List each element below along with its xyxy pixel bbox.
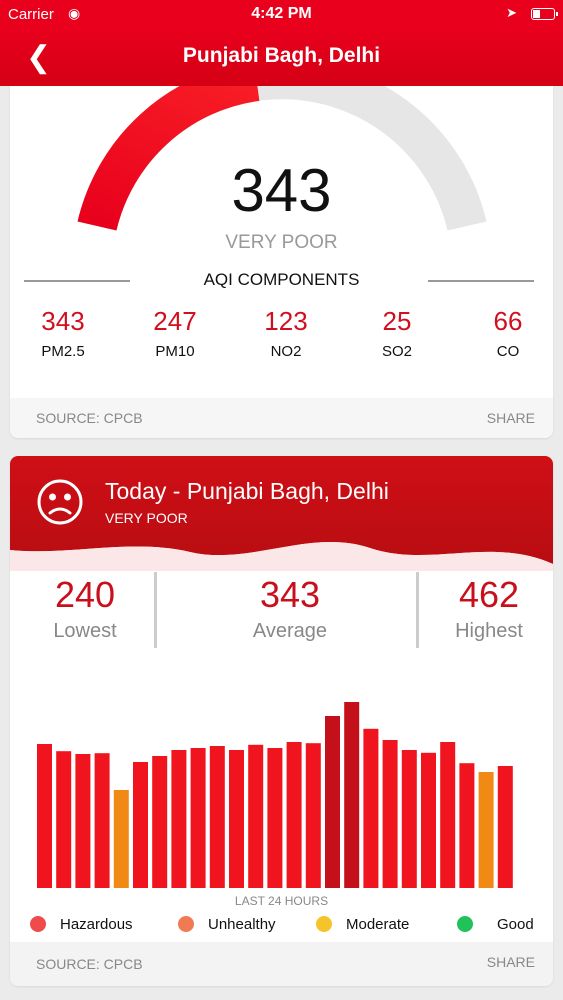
component-pm25: 343 PM2.5 xyxy=(18,306,108,360)
legend-dot xyxy=(30,916,46,932)
chart-bar xyxy=(133,762,148,888)
legend-good: Good xyxy=(457,916,534,933)
sad-face-icon xyxy=(37,479,83,525)
status-bar: Carrier ◉ 4:42 PM ➤ xyxy=(0,0,563,30)
legend-unhealthy: Unhealthy xyxy=(178,916,276,933)
card-footer: SOURCE: CPCB SHARE xyxy=(10,398,553,438)
status-time: 4:42 PM xyxy=(251,5,312,22)
divider-right xyxy=(428,280,534,282)
legend-dot xyxy=(178,916,194,932)
stat-label: Lowest xyxy=(53,620,117,642)
component-pm10: 247 PM10 xyxy=(130,306,220,360)
stat-highest: 462 Highest xyxy=(430,574,548,643)
card-footer: SOURCE: CPCB SHARE xyxy=(10,942,553,986)
share-button[interactable]: SHARE xyxy=(487,410,535,426)
component-name: PM2.5 xyxy=(41,343,85,360)
source-label: SOURCE: CPCB xyxy=(36,410,143,426)
location-arrow-icon: ➤ xyxy=(506,5,517,20)
component-so2: 25 SO2 xyxy=(352,306,442,360)
chart-bar xyxy=(497,766,513,888)
today-banner xyxy=(10,456,553,571)
today-status: VERY POOR xyxy=(105,510,188,526)
component-no2: 123 NO2 xyxy=(241,306,331,360)
chart-bar xyxy=(94,753,110,888)
chart-bar xyxy=(286,742,302,888)
today-card: Today - Punjabi Bagh, Delhi VERY POOR 24… xyxy=(10,456,553,986)
chart-bar xyxy=(190,748,206,888)
component-value: 123 xyxy=(264,306,308,336)
component-name: PM10 xyxy=(155,343,195,360)
stat-value: 343 xyxy=(259,574,321,615)
chart-bar xyxy=(56,751,72,888)
legend-label: Moderate xyxy=(346,916,410,933)
chart-bar xyxy=(75,754,91,888)
legend-label: Hazardous xyxy=(60,916,133,933)
aqi-card: 343 VERY POOR AQI COMPONENTS 343 PM2.5 2… xyxy=(10,86,553,438)
chart-bar xyxy=(248,744,264,888)
source-label: SOURCE: CPCB xyxy=(36,956,143,972)
component-name: NO2 xyxy=(270,343,302,360)
hourly-bar-chart xyxy=(37,702,513,888)
component-name: CO xyxy=(496,343,520,360)
component-name: SO2 xyxy=(381,343,412,360)
legend-dot xyxy=(457,916,473,932)
chart-bar xyxy=(440,742,456,888)
chart-bar xyxy=(325,716,340,888)
chart-bar xyxy=(344,702,360,888)
legend-hazardous: Hazardous xyxy=(30,916,133,933)
component-value: 66 xyxy=(493,306,523,336)
chart-bar xyxy=(421,752,436,888)
chart-caption: LAST 24 HOURS xyxy=(234,894,329,908)
page-title: Punjabi Bagh, Delhi xyxy=(182,44,381,67)
component-value: 247 xyxy=(153,306,197,336)
aqi-value: 343 xyxy=(231,157,332,224)
stat-value: 462 xyxy=(458,574,520,615)
today-title: Today - Punjabi Bagh, Delhi xyxy=(105,478,389,504)
chart-bar xyxy=(171,750,187,888)
share-button[interactable]: SHARE xyxy=(487,954,535,970)
chart-bar xyxy=(305,743,321,888)
component-co: 66 CO xyxy=(463,306,553,360)
chart-bar xyxy=(229,750,244,888)
chart-bar xyxy=(152,756,168,888)
chart-bar xyxy=(382,740,398,888)
legend-dot xyxy=(316,916,332,932)
chart-bar xyxy=(209,746,225,888)
chart-bar xyxy=(113,790,129,888)
chart-bar xyxy=(401,750,417,888)
legend-moderate: Moderate xyxy=(316,916,409,933)
chart-bar xyxy=(478,772,494,888)
stat-divider xyxy=(416,572,419,648)
stat-average: 343 Average xyxy=(220,574,360,643)
battery-icon xyxy=(531,8,558,20)
stat-lowest: 240 Lowest xyxy=(30,574,140,643)
chart-bar xyxy=(459,763,475,888)
component-value: 25 xyxy=(382,306,412,336)
stat-value: 240 xyxy=(54,574,116,615)
component-value: 343 xyxy=(41,306,85,336)
legend-label: Unhealthy xyxy=(208,916,276,933)
chart-bar xyxy=(37,744,52,888)
chart-bar xyxy=(363,728,379,888)
legend-label: Good xyxy=(497,916,534,933)
nav-bar: ❮ Punjabi Bagh, Delhi xyxy=(0,30,563,86)
chart-bar xyxy=(267,748,283,888)
aqi-status: VERY POOR xyxy=(225,232,338,253)
stat-label: Average xyxy=(252,620,328,642)
stat-divider xyxy=(154,572,157,648)
stat-label: Highest xyxy=(455,620,523,642)
